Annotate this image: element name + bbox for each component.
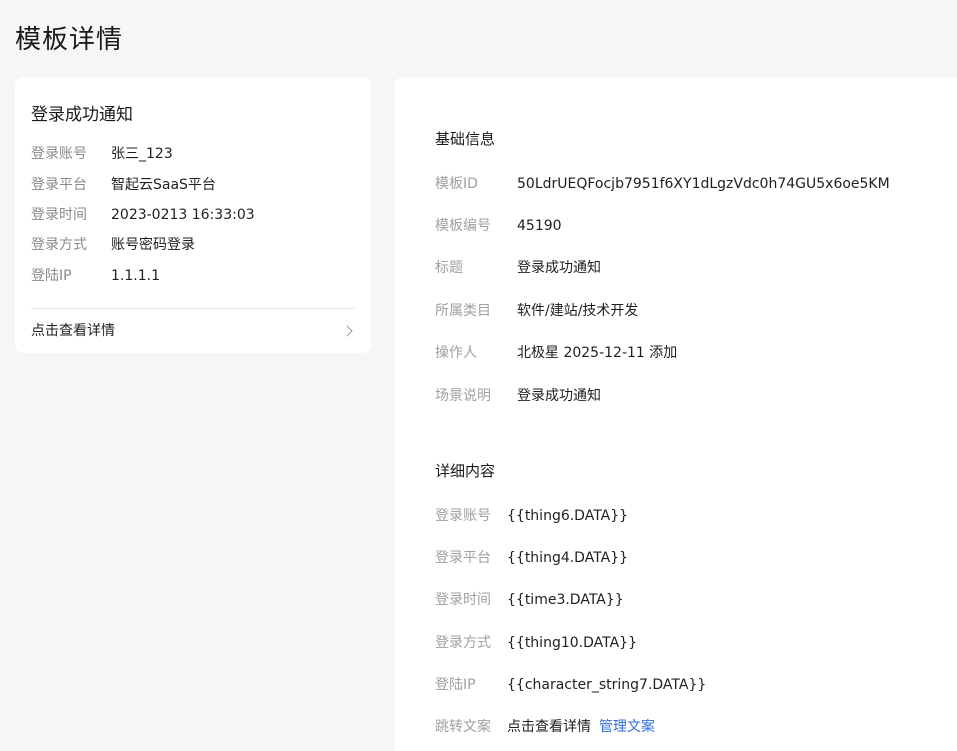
detail-value: 北极星 2025-12-11 添加 [517, 345, 678, 361]
basic-row-operator: 操作人 北极星 2025-12-11 添加 [435, 342, 677, 364]
content-row-time: 登录时间 {{time3.DATA}} [435, 589, 624, 611]
preview-label: 登录方式 [31, 237, 87, 253]
preview-label: 登录账号 [31, 146, 87, 162]
preview-card: 登录成功通知 登录账号 张三_123 登录平台 智起云SaaS平台 登录时间 2… [15, 77, 371, 353]
content-row-jump-text: 跳转文案 点击查看详情 管理文案 [435, 716, 655, 738]
content-row-account: 登录账号 {{thing6.DATA}} [435, 505, 628, 527]
preview-value: 张三_123 [111, 146, 173, 162]
manage-copy-link[interactable]: 管理文案 [599, 716, 655, 738]
page-title: 模板详情 [15, 25, 124, 55]
detail-value: 软件/建站/技术开发 [517, 303, 639, 319]
detail-label: 模板编号 [435, 218, 491, 234]
detail-label: 标题 [435, 260, 463, 276]
content-row-method: 登录方式 {{thing10.DATA}} [435, 632, 637, 654]
view-details-label: 点击查看详情 [31, 323, 115, 339]
preview-title: 登录成功通知 [31, 105, 133, 125]
chevron-right-icon [341, 325, 353, 337]
detail-label: 场景说明 [435, 388, 491, 404]
detail-label: 模板ID [435, 176, 478, 192]
detail-value: {{thing10.DATA}} [507, 635, 637, 651]
basic-row-template-number: 模板编号 45190 [435, 215, 562, 237]
preview-divider [31, 308, 355, 309]
detail-panel: 基础信息 模板ID 50LdrUEQFocjb7951f6XY1dLgzVdc0… [395, 77, 957, 751]
detail-label: 登陆IP [435, 677, 476, 693]
preview-label: 登录平台 [31, 177, 87, 193]
detail-label: 所属类目 [435, 303, 491, 319]
detail-label: 登录时间 [435, 592, 491, 608]
content-row-ip: 登陆IP {{character_string7.DATA}} [435, 674, 706, 696]
detail-value: 45190 [517, 218, 562, 234]
preview-value: 账号密码登录 [111, 237, 195, 253]
basic-row-template-id: 模板ID 50LdrUEQFocjb7951f6XY1dLgzVdc0h74GU… [435, 173, 890, 195]
content-row-platform: 登录平台 {{thing4.DATA}} [435, 547, 628, 569]
basic-row-category: 所属类目 软件/建站/技术开发 [435, 300, 638, 322]
detail-value: 50LdrUEQFocjb7951f6XY1dLgzVdc0h74GU5x6oe… [517, 176, 890, 192]
detail-value: {{time3.DATA}} [507, 592, 624, 608]
detail-label: 操作人 [435, 345, 477, 361]
preview-row-account: 登录账号 张三_123 [31, 144, 173, 164]
detail-value: 登录成功通知 [517, 260, 601, 276]
detail-value: 登录成功通知 [517, 388, 601, 404]
detail-value: {{thing6.DATA}} [507, 508, 629, 524]
preview-label: 登陆IP [31, 268, 72, 284]
preview-value: 智起云SaaS平台 [111, 177, 216, 193]
preview-value: 2023-0213 16:33:03 [111, 207, 255, 223]
detail-value: {{thing4.DATA}} [507, 550, 629, 566]
detail-label: 登录平台 [435, 550, 491, 566]
detail-content-title: 详细内容 [435, 462, 496, 480]
basic-row-scenario: 场景说明 登录成功通知 [435, 385, 601, 407]
preview-value: 1.1.1.1 [111, 268, 160, 284]
preview-row-ip: 登陆IP 1.1.1.1 [31, 266, 160, 286]
preview-label: 登录时间 [31, 207, 87, 223]
preview-row-method: 登录方式 账号密码登录 [31, 235, 195, 255]
preview-row-platform: 登录平台 智起云SaaS平台 [31, 175, 216, 195]
detail-label: 跳转文案 [435, 719, 491, 735]
basic-info-title: 基础信息 [435, 130, 496, 148]
detail-value: {{character_string7.DATA}} [507, 677, 707, 693]
basic-row-title: 标题 登录成功通知 [435, 257, 601, 279]
detail-value: 点击查看详情 [507, 719, 591, 735]
preview-row-time: 登录时间 2023-0213 16:33:03 [31, 205, 255, 225]
detail-label: 登录账号 [435, 508, 491, 524]
detail-label: 登录方式 [435, 635, 491, 651]
view-details-link[interactable]: 点击查看详情 [31, 320, 355, 342]
